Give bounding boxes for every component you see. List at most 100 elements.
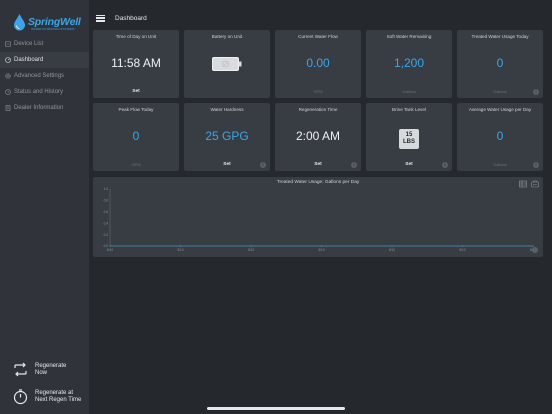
regenerate-next-time-button[interactable]: Regenerate at Next Regen Time (12, 388, 81, 405)
tile-value: 25 GPG (205, 129, 249, 143)
tile-label: Peak Flow Today (118, 107, 154, 112)
sidebar: SpringWell WATER FILTRATION SYSTEMS Devi… (0, 0, 89, 414)
y-tick-label: 0.4 (104, 221, 109, 225)
set-hardness-button[interactable]: Set (184, 162, 270, 167)
tile-average-water-usage: Average Water Usage per Day 0 Gallons i (457, 103, 543, 171)
tile-unit: Gallons (493, 89, 507, 94)
data-point (250, 245, 252, 247)
tile-battery: Battery on Unit (184, 30, 270, 98)
tile-value: 1,200 (393, 56, 425, 70)
set-regeneration-time-button[interactable]: Set (275, 162, 361, 167)
tile-label: Soft Water Remaining (386, 34, 432, 39)
sidebar-item-status-and-history[interactable]: Status and History (0, 84, 89, 100)
sidebar-item-label: Dashboard (14, 57, 44, 63)
data-point (320, 245, 323, 247)
info-icon[interactable]: i (533, 162, 539, 168)
y-tick-label: 0.8 (104, 199, 109, 203)
regenerate-now-label-1: Regenerate (35, 362, 67, 369)
tile-label: Current Water Flow (298, 34, 338, 39)
tile-label: Water Hardness (210, 107, 244, 112)
sidebar-item-label: Device List (14, 41, 44, 47)
tile-value: 2:00 AM (295, 129, 341, 143)
sidebar-item-dashboard[interactable]: Dashboard (0, 52, 89, 68)
sidebar-item-label: Status and History (14, 89, 64, 95)
brine-level-unit: LBS (403, 138, 415, 145)
tile-label: Treated Water Usage Today (471, 34, 529, 39)
sidebar-item-label: Dealer Information (14, 105, 64, 111)
y-tick-label: 1.0 (104, 187, 109, 191)
info-icon[interactable]: i (533, 89, 539, 95)
sidebar-nav: Device List Dashboard Advanced Settings … (0, 36, 89, 116)
tile-value: 0 (496, 56, 504, 70)
x-tick-label: 5/10 (248, 248, 254, 252)
export-icon[interactable] (531, 180, 539, 188)
tile-time-of-day: Time of Day on Unit 11:58 AM Set (93, 30, 179, 98)
tile-peak-flow-today: Peak Flow Today 0 GPM (93, 103, 179, 171)
info-icon[interactable]: i (442, 162, 448, 168)
tile-unit: GPM (131, 162, 141, 167)
usage-chart: 0.00.20.40.60.81.05/10 5/10 5/10 5/10 5/10 5/… (104, 187, 538, 253)
tile-brine-tank-level: Brine Tank Level 15 LBS Set i (366, 103, 452, 171)
tile-treated-water-usage-today: Treated Water Usage Today 0 Gallons i (457, 30, 543, 98)
tile-label: Time of Day on Unit (115, 34, 157, 39)
info-icon[interactable]: i (351, 162, 357, 168)
x-tick-label: 5/10 (389, 248, 395, 252)
data-point (179, 245, 182, 247)
regenerate-next-label-2: Next Regen Time (35, 396, 82, 403)
data-point (532, 245, 534, 247)
chart-title: Treated Water Usage: Gallons per Day (276, 180, 360, 185)
dashboard-icon (5, 57, 11, 63)
x-tick-label: 5/10 (107, 248, 113, 252)
sidebar-item-label: Advanced Settings (14, 73, 65, 79)
tile-unit: GPM (313, 89, 323, 94)
gear-icon (5, 73, 11, 79)
tile-value: 11:58 AM (111, 56, 161, 70)
tile-label: Brine Tank Level (392, 107, 426, 112)
tile-regeneration-time: Regeneration Time 2:00 AM Set i (275, 103, 361, 171)
tile-value: 0 (132, 129, 140, 143)
menu-icon[interactable] (96, 14, 105, 22)
device-list-icon (5, 41, 11, 47)
x-tick-label: 5/10 (318, 248, 324, 252)
sidebar-item-advanced-settings[interactable]: Advanced Settings (0, 68, 89, 84)
data-point (461, 245, 464, 247)
y-tick-label: 0.6 (104, 210, 109, 214)
history-icon (5, 89, 11, 95)
usage-chart-card: 0.0 0.2 0.4 0.6 0.8 1.0 5/10 5/10 5/10 5/10 5/10 5/… (93, 177, 543, 257)
page-title: Dashboard (115, 14, 147, 22)
tile-unit: Gallons (402, 89, 416, 94)
tile-unit: Gallons (493, 162, 507, 167)
table-view-icon[interactable] (519, 180, 527, 188)
x-tick-label: 5/10 (177, 248, 183, 252)
home-indicator[interactable] (207, 407, 345, 410)
tile-current-water-flow: Current Water Flow 0.00 GPM (275, 30, 361, 98)
x-tick-label: 5/10 (459, 248, 465, 252)
regenerate-now-label-2: Now (35, 369, 48, 376)
regenerate-now-button[interactable]: Regenerate Now (12, 361, 66, 378)
timer-icon (13, 389, 28, 405)
tile-value: 0 (496, 129, 504, 143)
brand-tagline: WATER FILTRATION SYSTEMS (31, 27, 75, 31)
sidebar-item-dealer-information[interactable]: Dealer Information (0, 100, 89, 116)
tile-value: 0.00 (306, 56, 330, 70)
set-time-button[interactable]: Set (93, 89, 179, 94)
regenerate-icon (14, 362, 27, 377)
top-bar: Dashboard (89, 11, 147, 25)
sidebar-item-device-list[interactable]: Device List (0, 36, 89, 52)
chart-info-icon[interactable] (532, 247, 538, 253)
y-tick-label: 0.2 (104, 233, 109, 237)
water-drop-icon (14, 13, 25, 30)
tile-label: Regeneration Time (298, 107, 338, 112)
tile-label: Battery on Unit (211, 34, 243, 39)
data-point (109, 245, 111, 247)
tile-label: Average Water Usage per Day (468, 107, 532, 112)
document-icon (5, 105, 11, 111)
set-brine-level-button[interactable]: Set (366, 162, 452, 167)
data-point (391, 245, 393, 247)
tile-water-hardness: Water Hardness 25 GPG Set i (184, 103, 270, 171)
brine-level-badge: 15 LBS (399, 129, 419, 149)
regenerate-next-label-1: Regenerate at (35, 389, 74, 396)
info-icon[interactable]: i (260, 162, 266, 168)
tile-soft-water-remaining: Soft Water Remaining 1,200 Gallons (366, 30, 452, 98)
battery-icon (212, 57, 242, 71)
